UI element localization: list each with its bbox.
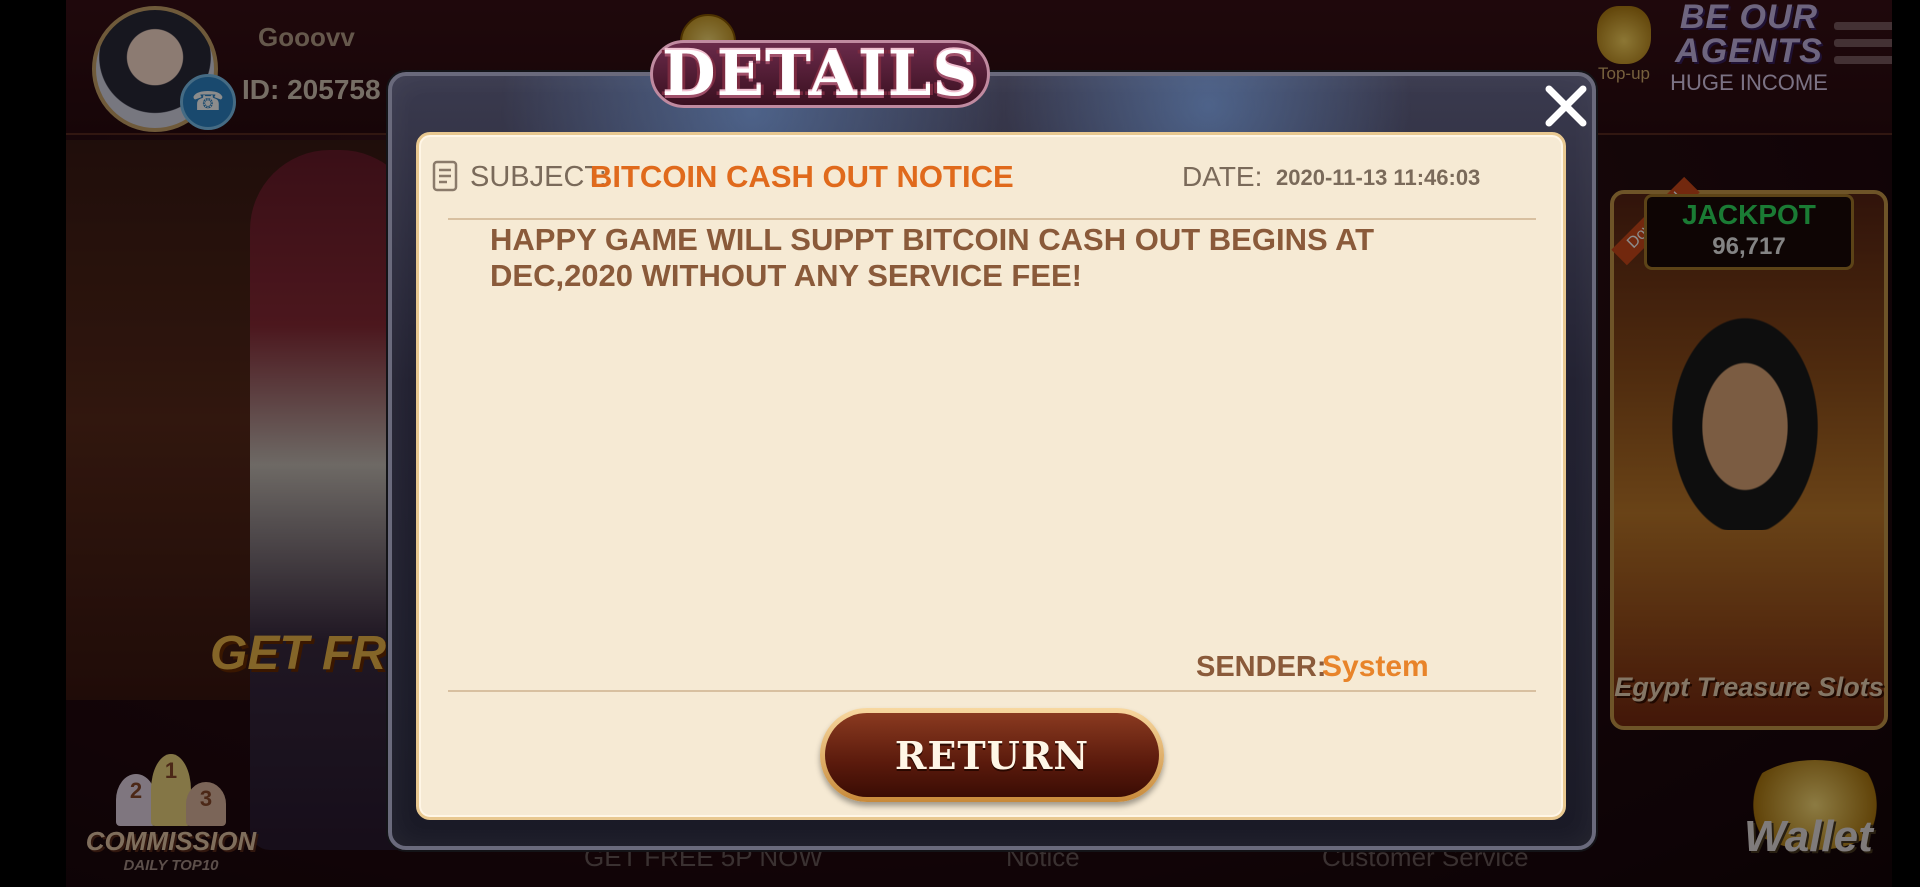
dialog-title: DETAILS <box>661 37 979 110</box>
message-body: HAPPY GAME WILL SUPPT BITCOIN CASH OUT B… <box>490 222 1375 293</box>
subject-value: BITCOIN CASH OUT NOTICE <box>590 159 1014 194</box>
date-label: DATE: <box>1182 161 1263 192</box>
return-label: RETURN <box>894 732 1090 778</box>
document-icon <box>432 160 458 192</box>
close-icon <box>1545 85 1587 127</box>
dialog-title-badge: DETAILS <box>650 28 990 112</box>
sender-value: System <box>1322 650 1429 683</box>
dialog-sparkles <box>392 76 1592 136</box>
return-button-inner: RETURN <box>825 713 1159 797</box>
subject-label: SUBJECT: <box>470 161 607 193</box>
footer-divider <box>448 690 1536 692</box>
date-value: 2020-11-13 11:46:03 <box>1276 165 1481 190</box>
header-divider <box>448 218 1536 220</box>
close-button[interactable] <box>1538 78 1594 134</box>
return-button[interactable]: RETURN <box>820 708 1164 802</box>
sender-label: SENDER: <box>1196 651 1327 683</box>
